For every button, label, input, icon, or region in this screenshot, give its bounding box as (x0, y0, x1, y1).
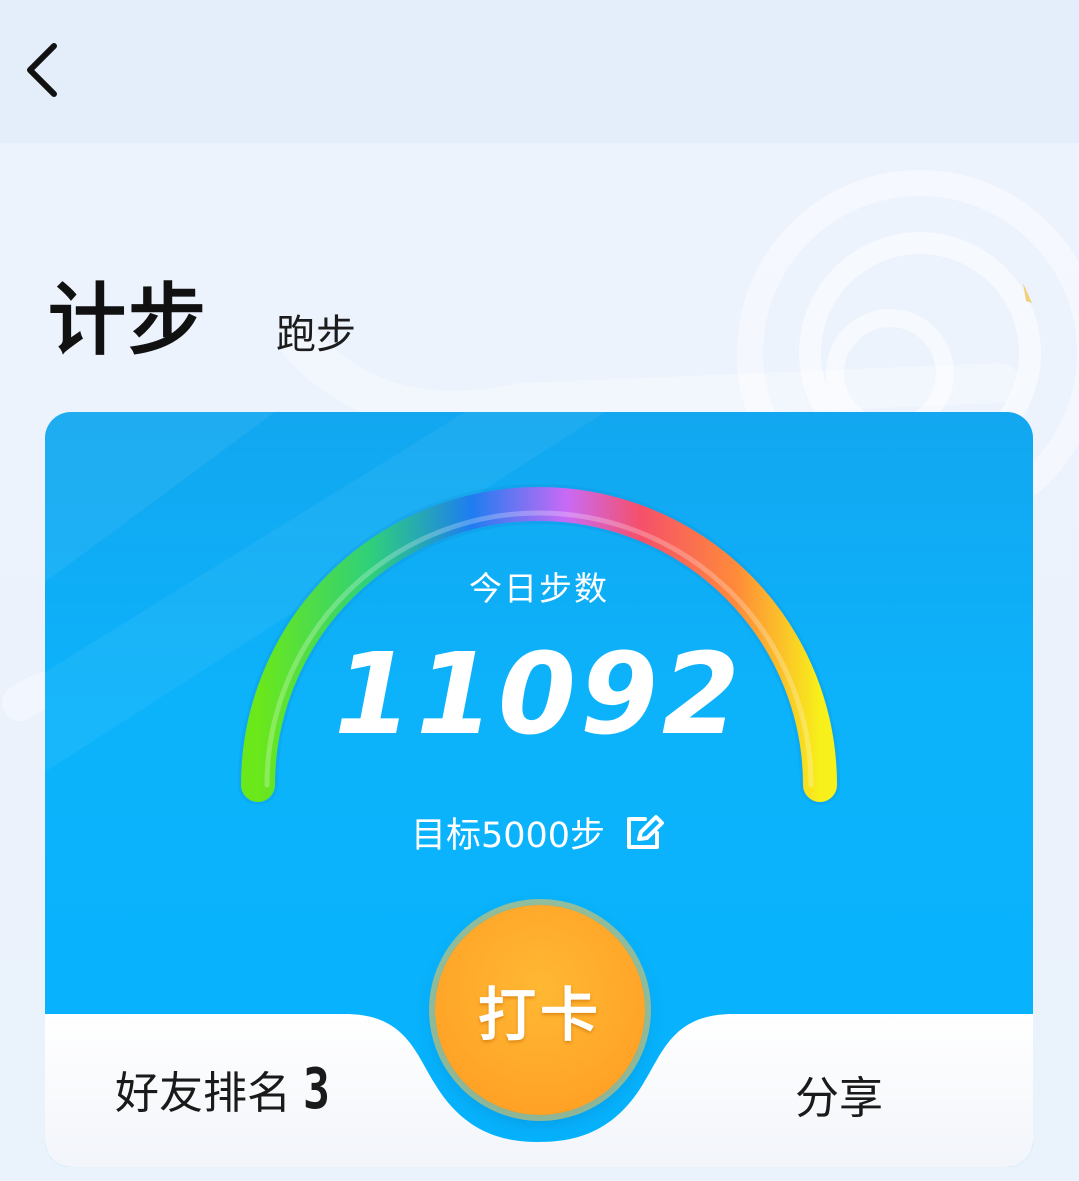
share-button[interactable]: 分享 (795, 1062, 883, 1126)
step-card: 今日步数 11092 目标5000步 好友排名 3 分享 打卡 (45, 412, 1033, 1167)
chevron-left-icon (27, 43, 57, 97)
tab-step-count[interactable]: 计步 (48, 258, 208, 370)
friend-ranking[interactable]: 好友排名 3 (115, 1057, 337, 1122)
back-button[interactable] (20, 40, 70, 100)
check-in-label: 打卡 (477, 981, 602, 1049)
ranking-value: 3 (303, 1057, 330, 1122)
check-in-button[interactable]: 打卡 (435, 905, 645, 1115)
ranking-label: 好友排名 (115, 1068, 291, 1119)
top-bar (0, 0, 1079, 143)
tab-running[interactable]: 跑步 (276, 302, 356, 360)
